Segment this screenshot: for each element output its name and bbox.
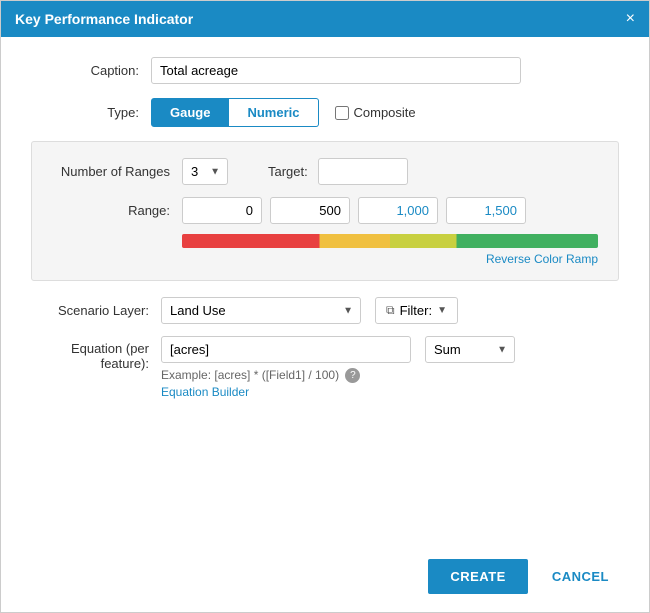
close-button[interactable]: × — [626, 11, 635, 27]
reverse-color-ramp-link[interactable]: Reverse Color Ramp — [182, 252, 598, 266]
range-input-1[interactable] — [270, 197, 350, 224]
composite-text: Composite — [354, 105, 416, 120]
scenario-layer-select[interactable]: Land Use Option 2 Option 3 — [161, 297, 361, 324]
filter-button[interactable]: ⧉ Filter: ▼ — [375, 297, 458, 324]
num-ranges-label: Number of Ranges — [52, 164, 182, 179]
range-row: Range: — [52, 197, 598, 224]
range-label: Range: — [52, 203, 182, 218]
type-buttons: Gauge Numeric — [151, 98, 319, 127]
gauge-button[interactable]: Gauge — [151, 98, 229, 127]
num-ranges-select-wrapper: 3 1 2 4 5 ▼ — [182, 158, 228, 185]
example-text-content: Example: [acres] * ([Field1] / 100) — [161, 368, 339, 382]
filter-stack-icon: ⧉ — [386, 303, 395, 318]
range-inputs-group — [182, 197, 526, 224]
num-ranges-row: Number of Ranges 3 1 2 4 5 ▼ Target: — [52, 158, 598, 185]
caption-label: Caption: — [31, 63, 151, 78]
ranges-section: Number of Ranges 3 1 2 4 5 ▼ Target: Ran… — [31, 141, 619, 281]
equation-row: Equation (per feature): Example: [acres]… — [31, 336, 619, 399]
title-bar: Key Performance Indicator × — [1, 1, 649, 37]
equation-builder-link[interactable]: Equation Builder — [161, 385, 411, 399]
color-ramp-container: Reverse Color Ramp — [52, 234, 598, 266]
scenario-layer-label: Scenario Layer: — [31, 303, 161, 318]
composite-checkbox[interactable] — [335, 106, 349, 120]
target-input[interactable] — [318, 158, 408, 185]
caption-row: Caption: — [31, 57, 619, 84]
filter-arrow-icon: ▼ — [437, 305, 447, 316]
equation-input[interactable] — [161, 336, 411, 363]
numeric-button[interactable]: Numeric — [229, 98, 318, 127]
range-input-0[interactable] — [182, 197, 262, 224]
sum-select[interactable]: Sum Average Count Min Max — [425, 336, 515, 363]
sum-select-wrapper: Sum Average Count Min Max ▼ — [425, 336, 515, 363]
scenario-layer-row: Scenario Layer: Land Use Option 2 Option… — [31, 297, 619, 324]
caption-input[interactable] — [151, 57, 521, 84]
type-row: Type: Gauge Numeric Composite — [31, 98, 619, 127]
create-button[interactable]: CREATE — [428, 559, 527, 594]
example-text: Example: [acres] * ([Field1] / 100) ? — [161, 368, 411, 383]
composite-label[interactable]: Composite — [335, 105, 416, 120]
dialog-footer: CREATE CANCEL — [1, 547, 649, 612]
num-ranges-select[interactable]: 3 1 2 4 5 — [182, 158, 228, 185]
equation-col: Example: [acres] * ([Field1] / 100) ? Eq… — [161, 336, 411, 399]
type-label: Type: — [31, 105, 151, 120]
cancel-button[interactable]: CANCEL — [536, 559, 625, 594]
range-input-2[interactable] — [358, 197, 438, 224]
scenario-section: Scenario Layer: Land Use Option 2 Option… — [31, 297, 619, 421]
color-ramp — [182, 234, 598, 248]
kpi-dialog: Key Performance Indicator × Caption: Typ… — [0, 0, 650, 613]
scenario-layer-select-wrapper: Land Use Option 2 Option 3 ▼ — [161, 297, 361, 324]
target-label: Target: — [268, 164, 308, 179]
filter-label: Filter: — [400, 303, 433, 318]
dialog-title: Key Performance Indicator — [15, 11, 193, 27]
help-icon[interactable]: ? — [345, 368, 360, 383]
equation-label: Equation (per feature): — [31, 336, 161, 371]
range-input-3[interactable] — [446, 197, 526, 224]
dialog-body: Caption: Type: Gauge Numeric Composite N… — [1, 37, 649, 547]
sum-dropdown-wrapper: Sum Average Count Min Max ▼ — [425, 336, 515, 363]
